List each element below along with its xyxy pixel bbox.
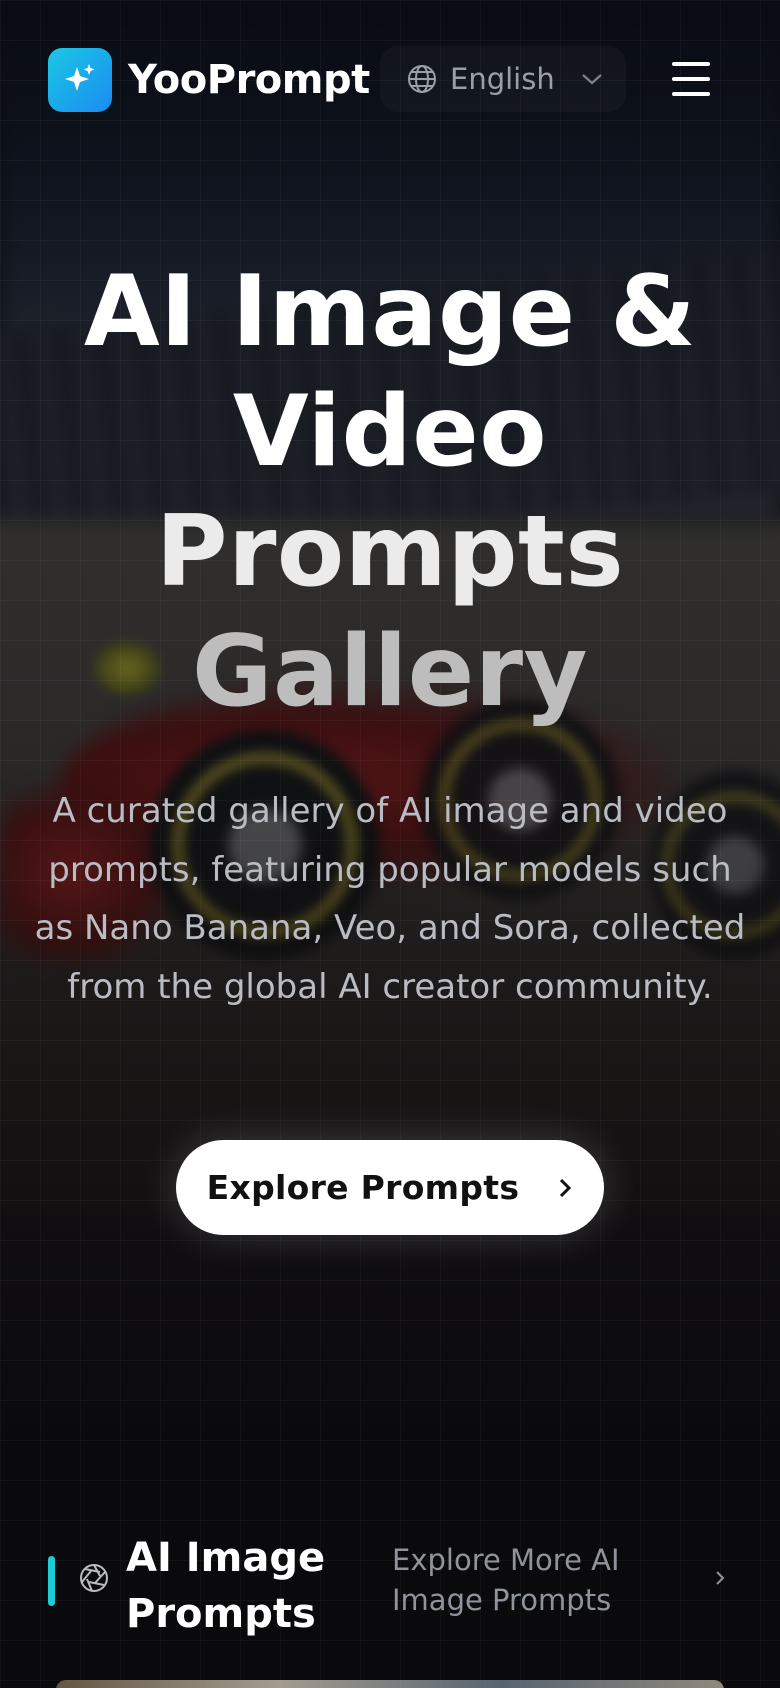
globe-icon (406, 63, 438, 95)
chevron-right-icon[interactable] (714, 1568, 726, 1592)
hero-title-line: Video (232, 375, 548, 489)
hero-title-line: AI Image & (83, 255, 697, 369)
hamburger-menu-icon[interactable] (672, 62, 712, 96)
hero-subtitle: A curated gallery of AI image and video … (34, 791, 746, 1007)
chevron-down-icon (580, 71, 604, 87)
explore-more-link[interactable]: Explore More AI Image Prompts (392, 1540, 652, 1620)
language-select[interactable]: English (380, 46, 626, 112)
aperture-icon (78, 1562, 110, 1598)
hero-title-line: Prompts (155, 495, 625, 609)
prompt-card-thumbnail[interactable] (56, 1680, 724, 1688)
brand-name[interactable]: YooPrompt (128, 57, 370, 103)
explore-prompts-button[interactable]: Explore Prompts (176, 1140, 604, 1235)
section-accent-bar (48, 1556, 55, 1606)
logo-sparkle-icon[interactable] (48, 48, 112, 112)
ai-image-prompts-section: AI Image Prompts Explore More AI Image P… (0, 1520, 780, 1640)
hero-title-line: Gallery (192, 615, 588, 729)
chevron-right-icon (557, 1176, 573, 1200)
hero-title: AI Image & Video Prompts Gallery (40, 252, 740, 732)
language-select-value: English (450, 62, 555, 96)
site-header: YooPrompt English (0, 0, 780, 160)
explore-prompts-label: Explore Prompts (206, 1168, 520, 1207)
section-title: AI Image Prompts (126, 1535, 326, 1637)
